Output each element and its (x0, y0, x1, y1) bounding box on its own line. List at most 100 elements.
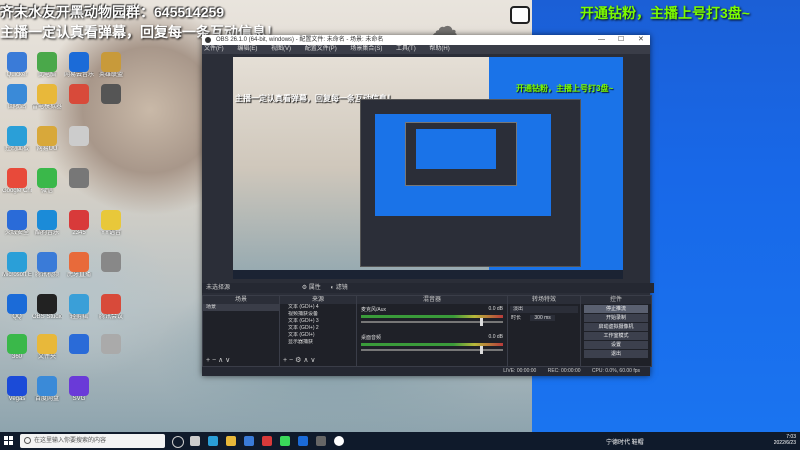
source-item[interactable]: 文本 (GDI+) (280, 332, 356, 339)
desktop-icon[interactable] (96, 334, 126, 354)
desktop-icon[interactable]: Vegas (2, 376, 32, 403)
menu-file[interactable]: 文件(F) (204, 46, 224, 52)
desktop-icon[interactable]: YY语音 (96, 210, 126, 237)
menu-help[interactable]: 帮助(H) (429, 46, 449, 52)
virtual-camera-button[interactable]: 启动虚拟摄像机 (584, 323, 648, 331)
edge-icon[interactable] (208, 436, 218, 446)
remove-scene-button[interactable]: − (212, 357, 216, 364)
app2-icon[interactable] (316, 436, 326, 446)
app-icon[interactable] (262, 436, 272, 446)
transition-select[interactable]: 淡出 (510, 306, 578, 313)
desktop-icon[interactable]: 虎牙直播 (64, 252, 94, 279)
desktop-icon[interactable]: OBS Studio (32, 294, 62, 321)
desktop-icon[interactable] (96, 84, 126, 104)
obs-title-bar[interactable]: OBS 26.1.0 (64-bit, windows) - 配置文件: 未命名… (202, 35, 650, 45)
desktop-icon[interactable]: 360 (2, 334, 32, 361)
menu-view[interactable]: 视图(V) (271, 46, 291, 52)
scene-up-button[interactable]: ∧ (218, 357, 223, 364)
desktop-icon-label: QQ (12, 314, 22, 320)
source-controls: + − ⚙ ∧ ∨ (283, 356, 316, 364)
menu-edit[interactable]: 编辑(E) (237, 46, 257, 52)
menu-tools[interactable]: 工具(T) (396, 46, 416, 52)
app-icon (37, 334, 57, 354)
source-item[interactable]: 显示器捕获 (280, 339, 356, 346)
desktop-icon[interactable]: 轻剪辑 (64, 294, 94, 321)
menu-scene-collection[interactable]: 场景集合(S) (350, 46, 382, 52)
desktop-icon[interactable]: Quicker (2, 52, 32, 79)
source-item[interactable]: 文本 (GDI+) 3 (280, 318, 356, 325)
filters-button[interactable]: 滤镜 (336, 285, 348, 291)
mixer-channel: 桌面音频 0.0 dB (357, 332, 507, 354)
desktop-icon[interactable]: 文件夹 (32, 334, 62, 361)
scene-item[interactable]: 场景 (203, 304, 279, 311)
source-up-button[interactable]: ∧ (303, 357, 308, 364)
gear-icon[interactable]: ⚙ (302, 285, 307, 291)
desktop-icon[interactable]: 雷电模拟器 (32, 84, 62, 111)
settings-button[interactable]: 设置 (584, 341, 648, 349)
obs-window[interactable]: OBS 26.1.0 (64-bit, windows) - 配置文件: 未命名… (202, 35, 654, 376)
desktop-icon[interactable]: 百度网盘 (32, 376, 62, 403)
desktop-icon[interactable]: 酷狗音乐 (32, 210, 62, 237)
app-icon (69, 376, 89, 396)
source-down-button[interactable]: ∨ (310, 357, 315, 364)
properties-button[interactable]: 属性 (309, 285, 321, 291)
desktop-icon[interactable]: QQ (2, 294, 32, 321)
desktop-icon[interactable] (64, 126, 94, 146)
desktop-icon[interactable]: 回收站 (2, 84, 32, 111)
taskbar-search-input[interactable]: 在这里输入你要搜索的内容 (20, 434, 165, 448)
desktop-icon[interactable]: Microsoft Edge (2, 252, 32, 279)
start-recording-button[interactable]: 开始录制 (584, 314, 648, 322)
desktop-icon[interactable]: 网易UU (32, 126, 62, 153)
remove-source-button[interactable]: − (289, 357, 293, 364)
scene-down-button[interactable]: ∨ (225, 357, 230, 364)
maximize-button[interactable]: ☐ (618, 35, 624, 45)
desktop-icon[interactable]: 此电脑 (32, 52, 62, 79)
desktop-icon[interactable] (64, 168, 94, 188)
sources-panel: 来源 文本 (GDI+) 4 视频捕获设备 文本 (GDI+) 3 文本 (GD… (279, 295, 357, 367)
exit-button[interactable]: 退出 (584, 350, 648, 358)
duration-input[interactable]: 300 ms (530, 315, 555, 321)
folder-icon[interactable] (226, 436, 236, 446)
obs-preview[interactable]: 主播一定认真看弹幕，回复每一条互动信息！ 开通钻粉，主播上号打3盘~ (233, 57, 623, 279)
app-icon (69, 126, 89, 146)
add-source-button[interactable]: + (283, 357, 287, 364)
source-settings-gear-icon[interactable]: ⚙ (295, 357, 301, 364)
desktop-icon[interactable] (64, 84, 94, 104)
studio-mode-button[interactable]: 工作室模式 (584, 332, 648, 340)
store-icon[interactable] (244, 436, 254, 446)
chat-app-icon[interactable] (280, 436, 290, 446)
desktop-icon[interactable]: 微信 (32, 168, 62, 195)
desktop-icon[interactable]: SVG (64, 376, 94, 403)
volume-slider[interactable] (361, 346, 503, 354)
obs-taskbar-icon[interactable] (334, 436, 344, 446)
widgets-icon[interactable] (190, 436, 200, 446)
add-scene-button[interactable]: + (206, 357, 210, 364)
desktop-icon[interactable]: Google Chrome (2, 168, 32, 195)
desktop-icon[interactable]: 英雄联盟 (96, 52, 126, 79)
desktop-icon[interactable]: 2345 (64, 210, 94, 237)
desktop-icon[interactable]: 控制面板 (2, 126, 32, 153)
obs-menu-bar: 文件(F) 编辑(E) 视图(V) 配置文件(P) 场景集合(S) 工具(T) … (202, 45, 650, 54)
tray-clock[interactable]: 7:03 2022/6/23 (774, 434, 796, 446)
task-view-icon[interactable] (172, 436, 184, 448)
volume-slider[interactable] (361, 318, 503, 326)
desktop-icon[interactable]: 网易云音乐 (64, 52, 94, 79)
desktop-icon[interactable]: 腾讯会议 (96, 294, 126, 321)
tray-news-text[interactable]: 宁德时代 鞋帽 (606, 437, 644, 446)
desktop-icon[interactable] (96, 252, 126, 272)
filter-icon[interactable]: ◐ (330, 285, 334, 291)
source-item[interactable]: 文本 (GDI+) 2 (280, 325, 356, 332)
stop-streaming-button[interactable]: 停止推流 (584, 305, 648, 313)
desktop-icon[interactable] (64, 334, 94, 354)
desktop-icon-label: Vegas (8, 396, 26, 402)
scenes-title: 场景 (203, 296, 279, 304)
steam-icon[interactable] (298, 436, 308, 446)
desktop-icon[interactable]: 火绒安全 (2, 210, 32, 237)
minimize-button[interactable]: — (598, 35, 605, 45)
windows-start-icon[interactable] (4, 436, 14, 446)
source-item[interactable]: 视频捕获设备 (280, 311, 356, 318)
menu-profile[interactable]: 配置文件(P) (305, 46, 337, 52)
close-button[interactable]: ✕ (638, 35, 644, 45)
desktop-icon[interactable]: 腾讯视频 (32, 252, 62, 279)
source-item[interactable]: 文本 (GDI+) 4 (280, 304, 356, 311)
